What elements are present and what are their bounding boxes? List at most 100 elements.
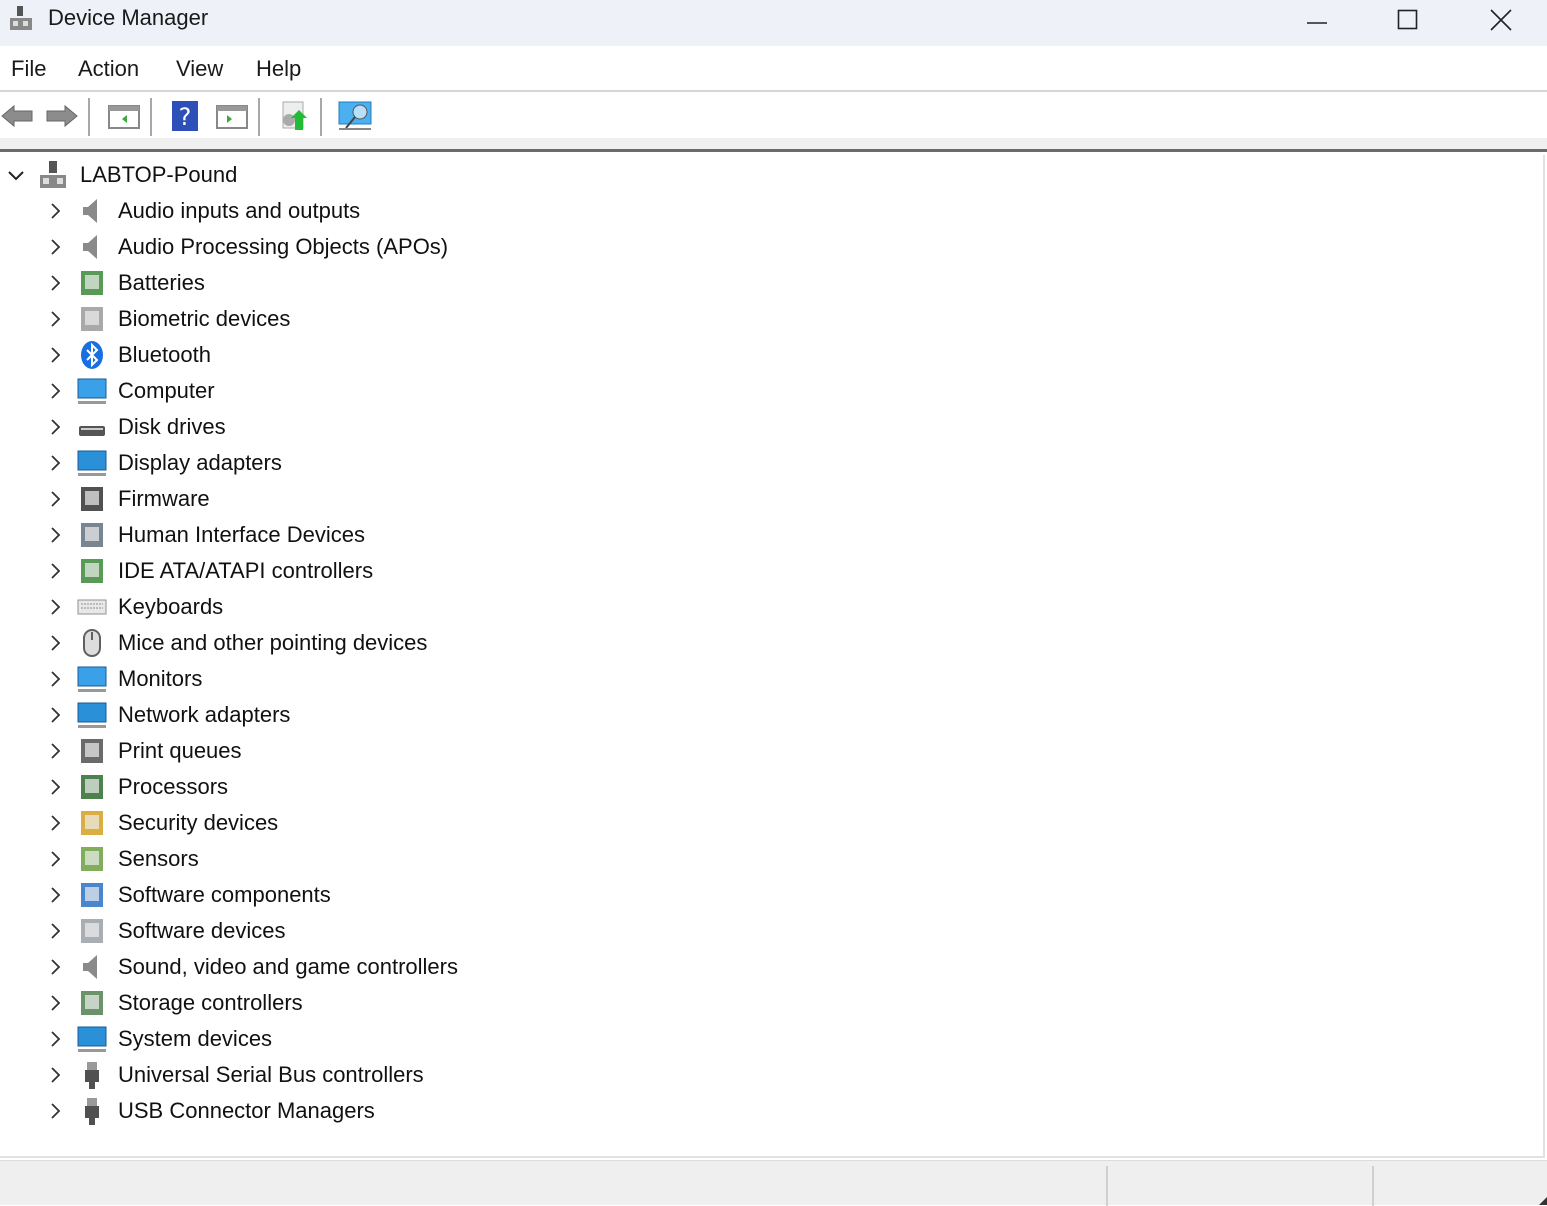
tree-item[interactable]: Batteries — [0, 265, 600, 301]
chevron-right-icon[interactable] — [45, 669, 65, 689]
menu-action[interactable]: Action — [78, 56, 139, 82]
keyboard-icon — [77, 599, 107, 615]
software-device-icon — [81, 919, 103, 943]
tree-item-label: Display adapters — [118, 450, 282, 475]
chevron-right-icon[interactable] — [45, 921, 65, 941]
tree-item-label: System devices — [118, 1026, 273, 1051]
close-button[interactable] — [1455, 0, 1547, 40]
chevron-right-icon[interactable] — [45, 381, 65, 401]
tree-item[interactable]: Print queues — [0, 733, 600, 769]
fingerprint-icon — [81, 307, 103, 331]
chevron-right-icon[interactable] — [45, 597, 65, 617]
help-icon[interactable]: ? — [170, 100, 204, 132]
tree-item-label: Security devices — [118, 810, 279, 835]
chevron-right-icon[interactable] — [45, 741, 65, 761]
chevron-right-icon[interactable] — [45, 633, 65, 653]
tree-item[interactable]: Security devices — [0, 805, 600, 841]
chevron-right-icon[interactable] — [45, 849, 65, 869]
tree-item[interactable]: Firmware — [0, 481, 600, 517]
chevron-right-icon[interactable] — [45, 309, 65, 329]
battery-icon — [81, 271, 103, 295]
tree-item-label: Universal Serial Bus controllers — [118, 1062, 424, 1087]
toolbar-separator — [88, 98, 90, 136]
tree-item-label: Processors — [118, 774, 229, 799]
tree-item[interactable]: Bluetooth — [0, 337, 600, 373]
tree-item-label: Computer — [118, 378, 215, 403]
maximize-button[interactable] — [1362, 0, 1454, 40]
tree-item[interactable]: Display adapters — [0, 445, 600, 481]
hid-icon — [81, 523, 103, 547]
tree-item[interactable]: Universal Serial Bus controllers — [0, 1057, 600, 1093]
tree-item[interactable]: Software components — [0, 877, 600, 913]
scan-hardware-icon[interactable] — [338, 100, 372, 132]
chevron-right-icon[interactable] — [45, 201, 65, 221]
chevron-right-icon[interactable] — [45, 561, 65, 581]
resize-grip-icon[interactable] — [1539, 1197, 1547, 1205]
speaker-icon — [83, 955, 97, 979]
tree-item[interactable]: Network adapters — [0, 697, 600, 733]
tree-item-label: IDE ATA/ATAPI controllers — [118, 558, 374, 583]
tree-item[interactable]: Mice and other pointing devices — [0, 625, 600, 661]
tree-item[interactable]: Monitors — [0, 661, 600, 697]
menu-bar: File Action View Help — [0, 46, 1547, 92]
tree-item[interactable]: IDE ATA/ATAPI controllers — [0, 553, 600, 589]
chevron-right-icon[interactable] — [45, 777, 65, 797]
chevron-right-icon[interactable] — [45, 453, 65, 473]
tree-item[interactable]: Audio Processing Objects (APOs) — [0, 229, 600, 265]
toolbar-separator — [258, 98, 260, 136]
chevron-right-icon[interactable] — [45, 273, 65, 293]
tree-item-label: Disk drives — [118, 414, 226, 439]
chevron-right-icon[interactable] — [45, 525, 65, 545]
back-icon[interactable] — [0, 100, 34, 132]
update-driver-icon[interactable] — [277, 100, 311, 132]
minimize-button[interactable] — [1271, 0, 1363, 40]
chevron-right-icon[interactable] — [45, 417, 65, 437]
tree-item-label: Firmware — [118, 486, 210, 511]
chevron-right-icon[interactable] — [45, 705, 65, 725]
disk-drive-icon — [79, 426, 105, 436]
tree-item[interactable]: Software devices — [0, 913, 600, 949]
tree-item[interactable]: Audio inputs and outputs — [0, 193, 600, 229]
chevron-right-icon[interactable] — [45, 1065, 65, 1085]
tree-item[interactable]: Disk drives — [0, 409, 600, 445]
chevron-right-icon[interactable] — [45, 489, 65, 509]
tree-root[interactable]: LABTOP-Pound — [0, 157, 400, 193]
window-title: Device Manager — [48, 5, 209, 30]
chevron-right-icon[interactable] — [45, 1101, 65, 1121]
computer-icon — [77, 378, 107, 404]
chevron-right-icon[interactable] — [45, 237, 65, 257]
tree-item[interactable]: USB Connector Managers — [0, 1093, 600, 1129]
ide-controller-icon — [81, 559, 103, 583]
forward-icon[interactable] — [45, 100, 79, 132]
tree-item[interactable]: Processors — [0, 769, 600, 805]
tree-item-label: Software devices — [118, 918, 286, 943]
chevron-right-icon[interactable] — [45, 345, 65, 365]
chevron-right-icon[interactable] — [45, 993, 65, 1013]
tree-item[interactable]: Biometric devices — [0, 301, 600, 337]
menu-view[interactable]: View — [176, 56, 223, 82]
show-hide-console-tree-icon[interactable] — [107, 100, 141, 132]
tree-item[interactable]: Keyboards — [0, 589, 600, 625]
chevron-right-icon[interactable] — [45, 885, 65, 905]
tree-item[interactable]: Computer — [0, 373, 600, 409]
tree-item[interactable]: Sound, video and game controllers — [0, 949, 600, 985]
firmware-icon — [81, 487, 103, 511]
usb-icon — [85, 1098, 99, 1125]
tree-item[interactable]: Sensors — [0, 841, 600, 877]
chevron-right-icon[interactable] — [45, 813, 65, 833]
tree-item-label: Sensors — [118, 846, 199, 871]
chevron-down-icon[interactable] — [6, 165, 26, 185]
tree-item[interactable]: Storage controllers — [0, 985, 600, 1021]
tree-item[interactable]: Human Interface Devices — [0, 517, 600, 553]
show-action-pane-icon[interactable] — [215, 100, 249, 132]
chevron-right-icon[interactable] — [45, 1029, 65, 1049]
chevron-right-icon[interactable] — [45, 957, 65, 977]
security-key-icon — [81, 811, 103, 835]
tree-item-label: Monitors — [118, 666, 203, 691]
system-device-icon — [77, 1026, 107, 1052]
toolbar: ? — [0, 92, 1547, 138]
usb-icon — [85, 1062, 99, 1089]
tree-item[interactable]: System devices — [0, 1021, 600, 1057]
menu-file[interactable]: File — [11, 56, 46, 82]
menu-help[interactable]: Help — [256, 56, 301, 82]
